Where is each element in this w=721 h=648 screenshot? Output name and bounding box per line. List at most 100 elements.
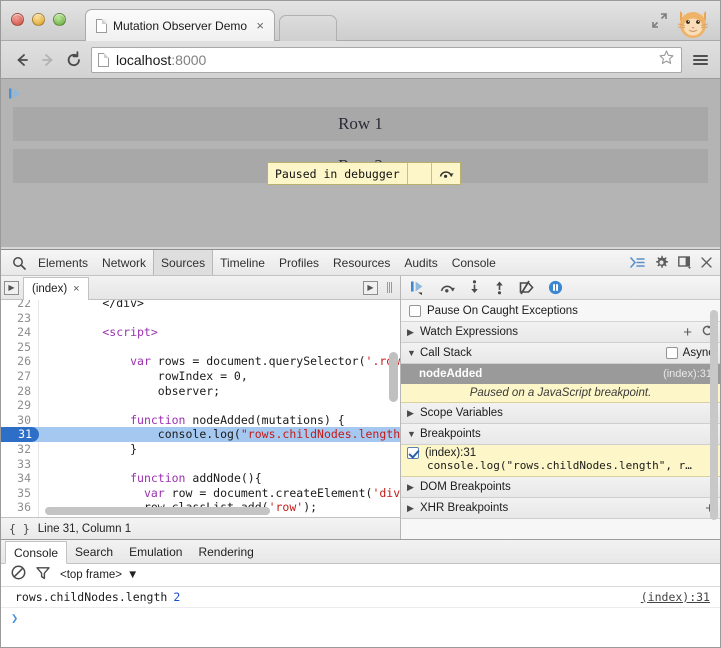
- console-output: rows.childNodes.length 2 (index):31 ❯: [1, 587, 720, 647]
- tab-timeline[interactable]: Timeline: [213, 250, 272, 275]
- window-controls: [11, 13, 66, 26]
- section-watch-expressions[interactable]: ▶ Watch Expressions +: [401, 322, 720, 343]
- clear-console-icon[interactable]: [11, 565, 26, 585]
- breakpoint-snippet: console.log("rows.childNodes.length", r…: [407, 459, 714, 472]
- drawer-tab-emulation[interactable]: Emulation: [121, 540, 190, 563]
- dock-icon[interactable]: [678, 256, 692, 269]
- line-number: 29: [1, 398, 39, 413]
- section-xhr-breakpoints[interactable]: ▶ XHR Breakpoints +: [401, 498, 720, 519]
- step-into-icon[interactable]: [468, 280, 481, 295]
- close-window-button[interactable]: [11, 13, 24, 26]
- step-out-icon[interactable]: [493, 280, 506, 295]
- close-tab-button[interactable]: ×: [252, 19, 268, 32]
- sources-pane: ▶ (index) × ▶ 22 </div> 23 24: [1, 276, 401, 539]
- tab-audits[interactable]: Audits: [397, 250, 444, 275]
- tab-sources[interactable]: Sources: [153, 250, 213, 275]
- show-navigator-icon[interactable]: ▶: [4, 281, 19, 295]
- tab-network[interactable]: Network: [95, 250, 153, 275]
- sources-tabbar-right: ▶: [363, 281, 400, 295]
- plus-icon[interactable]: +: [683, 325, 692, 340]
- drawer-tab-search[interactable]: Search: [67, 540, 121, 563]
- back-arrow-icon[interactable]: [9, 47, 35, 73]
- line-number: 35: [1, 486, 39, 501]
- reload-icon[interactable]: [61, 47, 87, 73]
- browser-window: Mutation Observer Demo ×: [0, 0, 721, 648]
- file-tab-index[interactable]: (index) ×: [23, 277, 89, 300]
- line-text: [39, 515, 47, 517]
- step-over-icon[interactable]: [439, 281, 456, 295]
- line-number: 23: [1, 311, 39, 326]
- execution-context-selector[interactable]: <top frame> ▼: [60, 569, 138, 581]
- close-icon[interactable]: [701, 257, 712, 268]
- xhr-breakpoints-label: XHR Breakpoints: [420, 502, 508, 514]
- tab-profiles[interactable]: Profiles: [272, 250, 326, 275]
- pause-on-async-icon[interactable]: [548, 280, 563, 295]
- tab-resources[interactable]: Resources: [326, 250, 397, 275]
- chevron-right-icon: ▶: [407, 503, 420, 514]
- section-dom-breakpoints[interactable]: ▶ DOM Breakpoints: [401, 477, 720, 498]
- chevron-down-icon: ▼: [407, 429, 420, 439]
- new-tab-button[interactable]: [279, 15, 337, 41]
- zoom-window-button[interactable]: [53, 13, 66, 26]
- console-source-link[interactable]: (index):31: [641, 590, 710, 604]
- editor-horizontal-scrollbar[interactable]: [45, 507, 270, 515]
- section-scope-variables[interactable]: ▶ Scope Variables: [401, 403, 720, 424]
- bookmark-star-icon[interactable]: [658, 49, 675, 71]
- resume-icon[interactable]: [410, 280, 427, 295]
- minimize-window-button[interactable]: [32, 13, 45, 26]
- page-security-icon: [98, 53, 109, 67]
- tab-title: Mutation Observer Demo: [113, 19, 252, 33]
- browser-tab[interactable]: Mutation Observer Demo ×: [85, 9, 275, 41]
- paused-in-debugger-overlay: Paused in debugger: [267, 162, 461, 185]
- cat-avatar-icon[interactable]: [674, 3, 712, 41]
- devtools-panel: Elements Network Sources Timeline Profil…: [1, 249, 720, 647]
- fullscreen-expand-icon[interactable]: [651, 12, 668, 29]
- tab-elements[interactable]: Elements: [31, 250, 95, 275]
- call-stack-frame[interactable]: nodeAdded (index):31: [401, 364, 720, 384]
- drawer-toggle-icon[interactable]: [630, 256, 645, 269]
- step-over-icon[interactable]: [432, 163, 460, 184]
- line-text: [39, 311, 47, 326]
- async-toggle[interactable]: Async: [666, 347, 714, 359]
- address-bar-url: localhost:8000: [116, 52, 206, 68]
- editor-vertical-scrollbar[interactable]: [389, 352, 398, 402]
- devtools-main-area: ▶ (index) × ▶ 22 </div> 23 24: [1, 276, 720, 539]
- section-breakpoints[interactable]: ▼ Breakpoints: [401, 424, 720, 445]
- search-icon[interactable]: [7, 256, 31, 270]
- debugger-sidebar-scrollbar[interactable]: [710, 310, 718, 520]
- gear-icon[interactable]: [654, 255, 669, 270]
- pause-on-caught-checkbox[interactable]: [409, 305, 421, 317]
- section-call-stack[interactable]: ▼ Call Stack Async: [401, 343, 720, 364]
- line-number: 32: [1, 442, 39, 457]
- address-bar[interactable]: localhost:8000: [91, 47, 682, 73]
- console-message-value: 2: [173, 590, 180, 604]
- prompt-caret-icon: ❯: [11, 611, 18, 625]
- breakpoint-list-item[interactable]: (index):31 console.log("rows.childNodes.…: [401, 445, 720, 477]
- code-line: 33: [1, 457, 400, 472]
- deactivate-breakpoints-icon[interactable]: [518, 280, 536, 295]
- file-tab-close-icon[interactable]: ×: [73, 283, 79, 295]
- tab-console[interactable]: Console: [445, 250, 503, 275]
- url-host: localhost: [116, 52, 171, 68]
- drawer-tab-console[interactable]: Console: [5, 541, 67, 564]
- line-number-active: 31: [1, 427, 39, 442]
- breakpoint-enabled-checkbox[interactable]: [407, 447, 419, 459]
- code-editor[interactable]: 22 </div> 23 24 <script> 25 26 var rows …: [1, 300, 400, 517]
- show-debugger-icon[interactable]: ▶: [363, 281, 378, 295]
- split-resize-handle[interactable]: [387, 282, 396, 293]
- hamburger-menu-icon[interactable]: [688, 48, 712, 72]
- code-line-active-breakpoint: 31 console.log("rows.childNodes.length",…: [1, 427, 400, 442]
- chevron-right-icon: ▶: [407, 482, 420, 493]
- code-line: 27 rowIndex = 0,: [1, 369, 400, 384]
- devtools-tab-list: Elements Network Sources Timeline Profil…: [31, 250, 503, 275]
- console-prompt[interactable]: ❯: [1, 608, 720, 628]
- resume-script-icon[interactable]: [8, 87, 21, 105]
- async-checkbox[interactable]: [666, 347, 678, 359]
- pretty-print-icon[interactable]: { }: [9, 522, 30, 536]
- devtools-toolbar: Elements Network Sources Timeline Profil…: [1, 250, 720, 276]
- breakpoints-label: Breakpoints: [420, 428, 481, 440]
- code-line: 37: [1, 515, 400, 517]
- filter-icon[interactable]: [36, 566, 50, 585]
- pause-on-caught-exceptions-row[interactable]: Pause On Caught Exceptions: [401, 300, 720, 322]
- drawer-tab-rendering[interactable]: Rendering: [190, 540, 261, 563]
